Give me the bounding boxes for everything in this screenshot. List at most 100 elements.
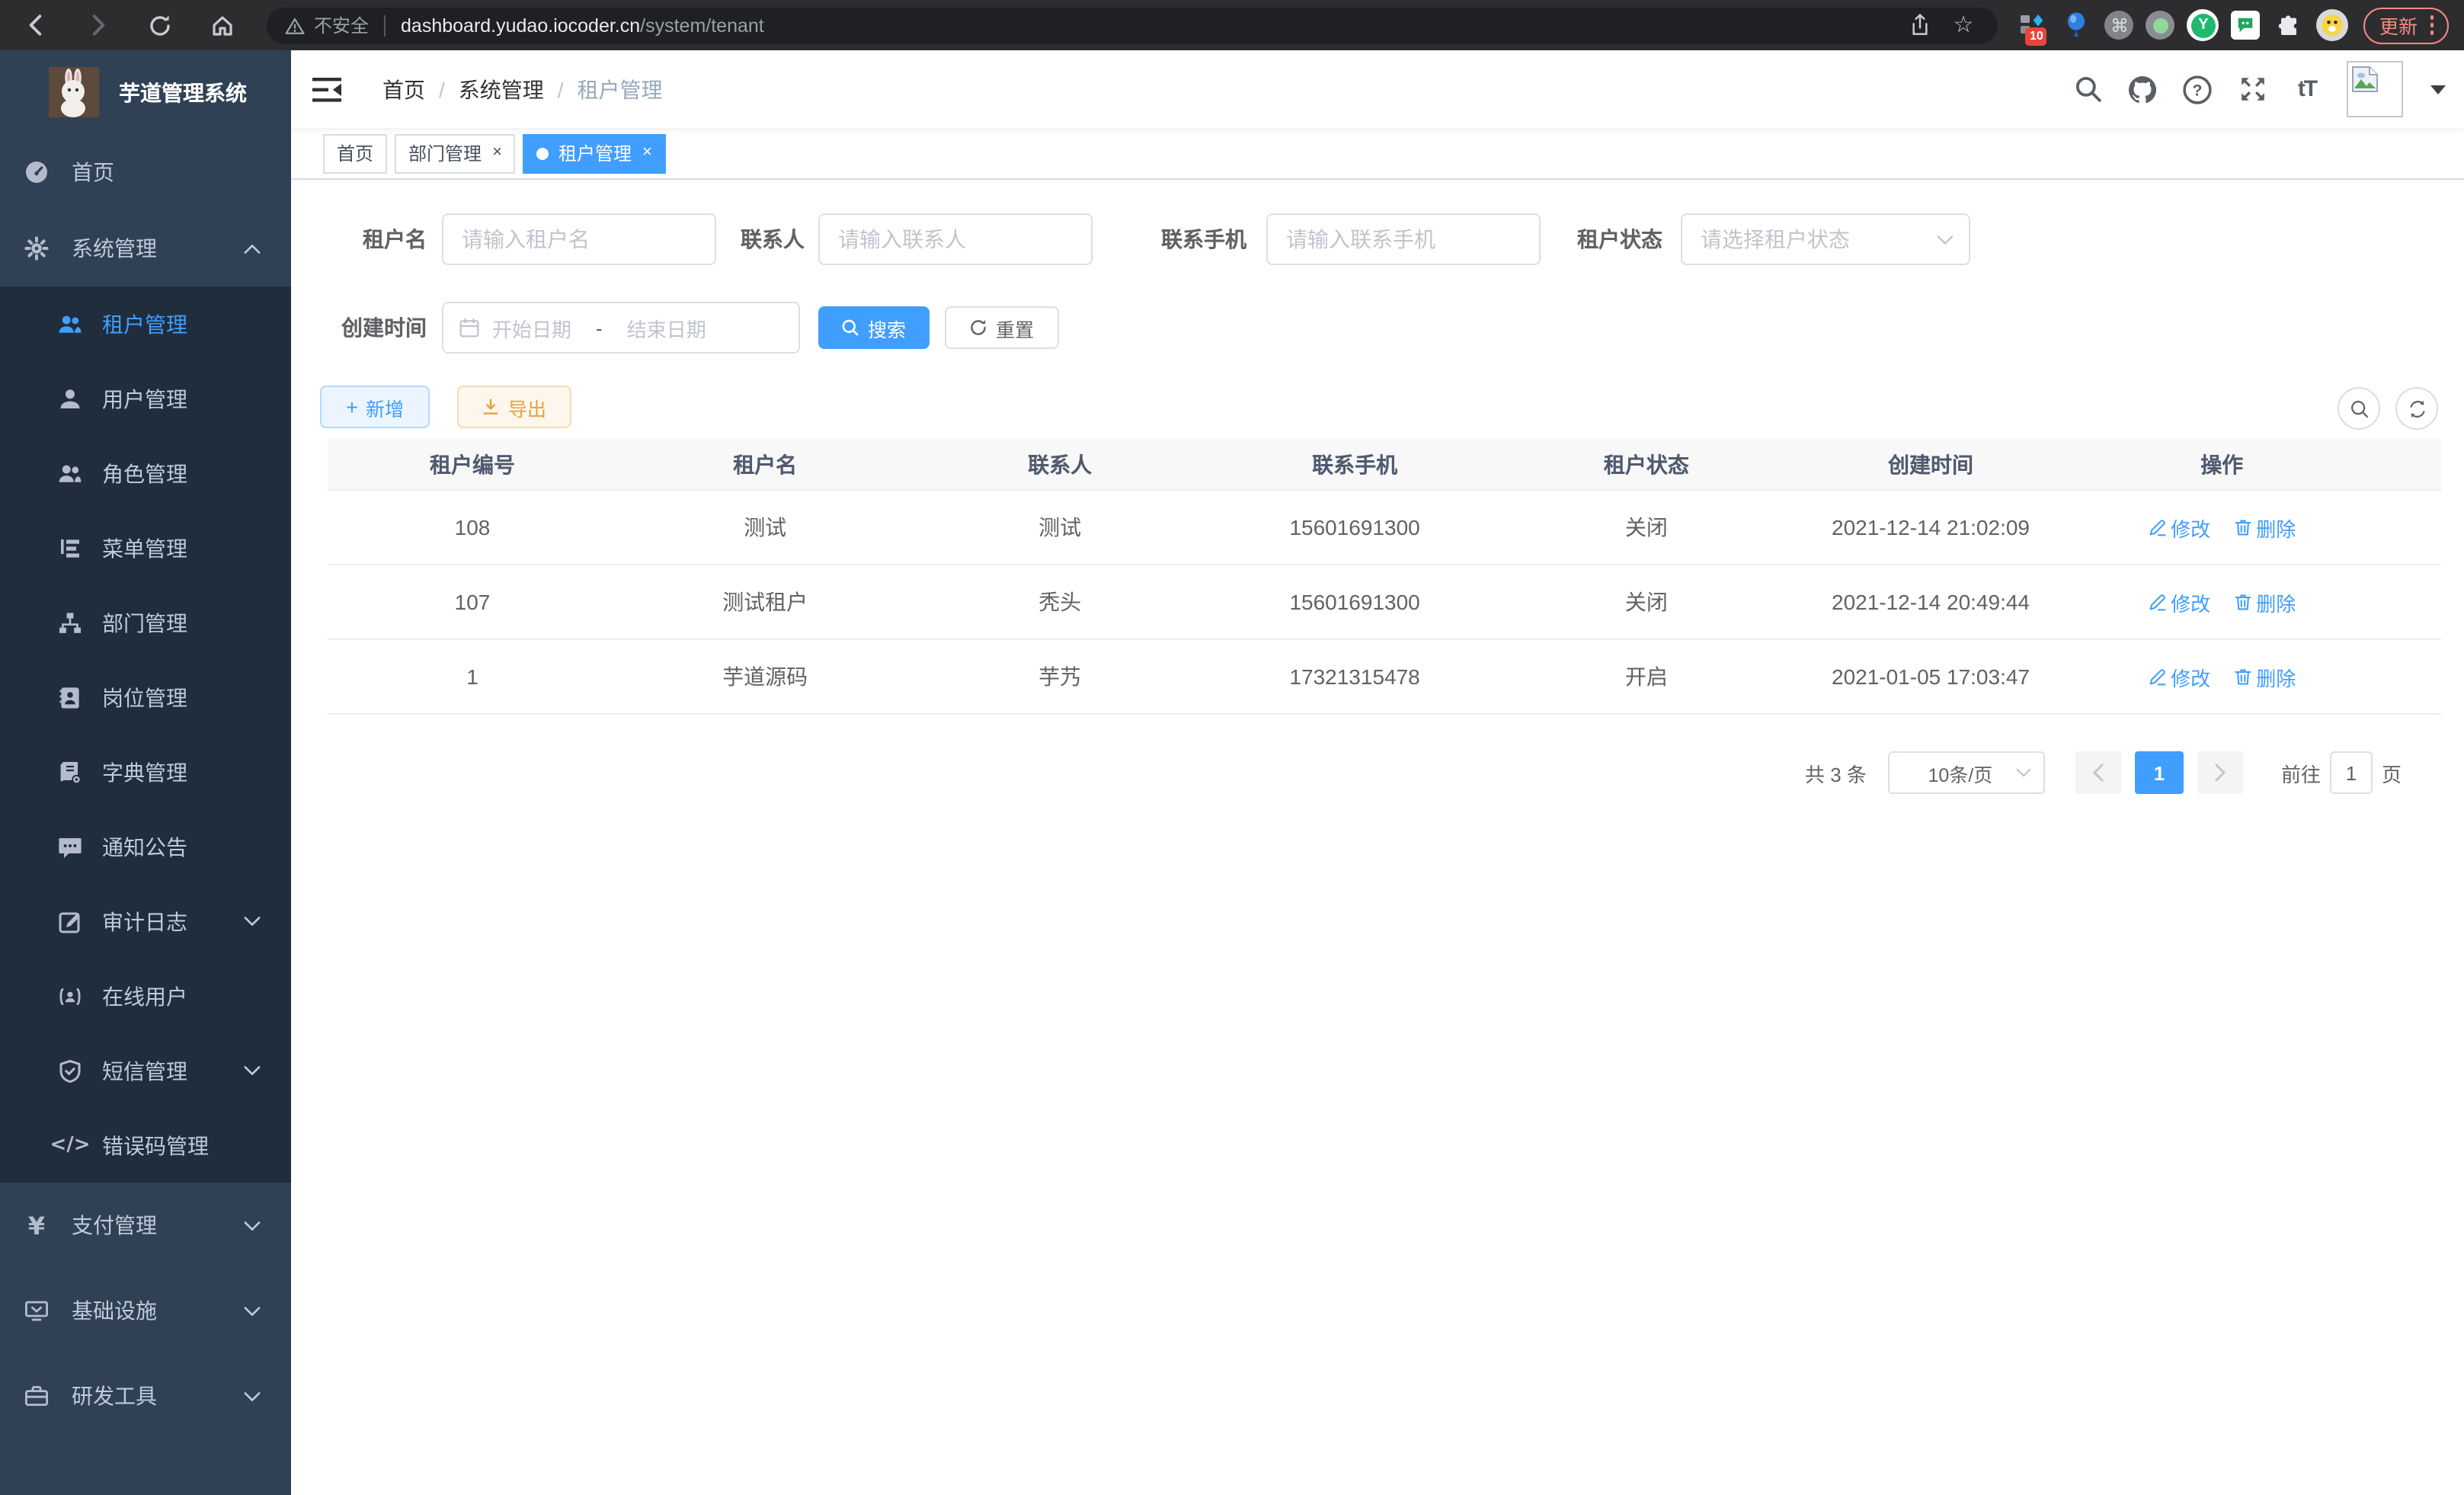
home-icon[interactable] bbox=[206, 8, 239, 42]
export-button-label: 导出 bbox=[508, 392, 546, 421]
add-button[interactable]: + 新增 bbox=[320, 386, 430, 428]
sidebar-item-dept[interactable]: 部门管理 bbox=[0, 585, 291, 660]
sidebar-item-errcode[interactable]: </> 错误码管理 bbox=[0, 1108, 291, 1183]
plus-icon: + bbox=[346, 396, 358, 418]
page-number-current[interactable]: 1 bbox=[2135, 751, 2184, 794]
sidebar-item-system[interactable]: 系统管理 bbox=[0, 210, 291, 287]
share-icon[interactable] bbox=[1904, 8, 1938, 42]
date-range-picker[interactable]: 开始日期 - 结束日期 bbox=[442, 302, 800, 354]
chevron-left-icon bbox=[2092, 764, 2104, 782]
toggle-search-button[interactable] bbox=[2338, 387, 2380, 430]
chrome-update-button[interactable]: 更新 bbox=[2364, 7, 2449, 43]
reload-icon[interactable] bbox=[143, 8, 177, 42]
delete-link[interactable]: 删除 bbox=[2233, 513, 2296, 542]
balloon-extension-icon[interactable] bbox=[2061, 9, 2093, 41]
mobile-input[interactable] bbox=[1266, 213, 1541, 265]
people-icon bbox=[58, 461, 82, 485]
sidebar-item-label: 审计日志 bbox=[102, 906, 187, 936]
chevron-right-icon bbox=[2214, 764, 2226, 782]
help-icon[interactable]: ? bbox=[2182, 74, 2213, 104]
chrome-menu-icon[interactable] bbox=[2430, 16, 2434, 35]
delete-link[interactable]: 删除 bbox=[2233, 587, 2296, 616]
extensions-puzzle-icon[interactable] bbox=[2273, 9, 2305, 41]
download-icon bbox=[482, 398, 501, 416]
dashboard-icon bbox=[24, 160, 49, 184]
export-button[interactable]: 导出 bbox=[457, 386, 571, 428]
sidebar-item-audit-log[interactable]: 审计日志 bbox=[0, 884, 291, 959]
fullscreen-icon[interactable] bbox=[2237, 74, 2267, 104]
font-size-icon[interactable]: tT bbox=[2292, 74, 2322, 104]
y-extension-icon[interactable]: Y bbox=[2187, 9, 2219, 41]
sidebar-item-label: 角色管理 bbox=[102, 458, 187, 488]
shield-check-icon bbox=[58, 1058, 82, 1083]
search-button[interactable]: 搜索 bbox=[818, 306, 930, 349]
page-size-select[interactable]: 10条/页 bbox=[1888, 751, 2045, 794]
chat-extension-icon[interactable] bbox=[2232, 11, 2261, 40]
prev-page-button[interactable] bbox=[2075, 751, 2121, 794]
recorder-extension-icon[interactable] bbox=[2146, 11, 2175, 40]
user-avatar[interactable] bbox=[2347, 61, 2403, 117]
tenant-name-input[interactable] bbox=[442, 213, 716, 265]
goto-label: 前往 bbox=[2281, 758, 2321, 787]
people-icon bbox=[58, 312, 82, 336]
breadcrumb-home[interactable]: 首页 bbox=[382, 74, 425, 104]
sidebar-item-pay[interactable]: ¥ 支付管理 bbox=[0, 1183, 291, 1268]
goto-page-input[interactable] bbox=[2330, 751, 2373, 794]
bookmark-star-icon[interactable]: ☆ bbox=[1947, 8, 1980, 42]
delete-link[interactable]: 删除 bbox=[2233, 662, 2296, 691]
sidebar-item-notice[interactable]: 通知公告 bbox=[0, 809, 291, 884]
sidebar-item-user[interactable]: 用户管理 bbox=[0, 361, 291, 436]
security-label[interactable]: 不安全 bbox=[314, 12, 369, 38]
github-icon[interactable] bbox=[2127, 74, 2158, 104]
tab-tenant-active[interactable]: 租户管理 × bbox=[523, 133, 666, 173]
end-date-placeholder: 结束日期 bbox=[627, 313, 706, 342]
sidebar-item-home[interactable]: 首页 bbox=[0, 134, 291, 210]
edit-link[interactable]: 修改 bbox=[2148, 587, 2210, 616]
close-icon[interactable]: × bbox=[492, 145, 502, 162]
code-icon: </> bbox=[58, 1133, 82, 1157]
avatar-caret-down-icon[interactable] bbox=[2430, 85, 2446, 94]
contact-input[interactable] bbox=[818, 213, 1093, 265]
chevron-down-icon bbox=[244, 916, 261, 927]
sidebar-item-infra[interactable]: 基础设施 bbox=[0, 1268, 291, 1353]
edit-pencil-icon bbox=[2148, 518, 2166, 536]
cell-tenant-id: 1 bbox=[328, 664, 617, 689]
sidebar-item-devtools[interactable]: 研发工具 bbox=[0, 1353, 291, 1439]
sidebar-fold-icon[interactable] bbox=[312, 77, 343, 101]
monitor-icon bbox=[24, 1298, 49, 1323]
edit-link[interactable]: 修改 bbox=[2148, 513, 2210, 542]
search-icon[interactable] bbox=[2072, 74, 2103, 104]
page-content: 租户名 联系人 联系手机 租户状态 请选择租户状态 创建时间 bbox=[291, 180, 2464, 1495]
status-select[interactable]: 请选择租户状态 bbox=[1681, 213, 1970, 265]
sidebar-item-post[interactable]: 岗位管理 bbox=[0, 660, 291, 735]
tab-manager-extension-icon[interactable]: 10 bbox=[2017, 9, 2049, 41]
sidebar-item-dict[interactable]: 字典管理 bbox=[0, 735, 291, 809]
sidebar-item-label: 字典管理 bbox=[102, 757, 187, 787]
forward-icon[interactable] bbox=[81, 8, 114, 42]
tab-home[interactable]: 首页 bbox=[323, 133, 387, 173]
sidebar-item-role[interactable]: 角色管理 bbox=[0, 436, 291, 511]
tab-dept[interactable]: 部门管理 × bbox=[395, 133, 516, 173]
range-separator: - bbox=[584, 316, 615, 339]
sidebar-item-tenant[interactable]: 租户管理 bbox=[0, 287, 291, 361]
sidebar-item-sms[interactable]: 短信管理 bbox=[0, 1033, 291, 1108]
sidebar-item-menu[interactable]: 菜单管理 bbox=[0, 511, 291, 585]
back-icon[interactable] bbox=[18, 8, 52, 42]
next-page-button[interactable] bbox=[2197, 751, 2243, 794]
chevron-up-icon bbox=[244, 243, 261, 254]
url-bar[interactable]: 不安全 dashboard.yudao.iocoder.cn /system/t… bbox=[267, 7, 1998, 43]
edit-link[interactable]: 修改 bbox=[2148, 662, 2210, 691]
command-extension-icon[interactable]: ⌘ bbox=[2105, 11, 2134, 40]
profile-avatar-icon[interactable] bbox=[2317, 9, 2349, 41]
calendar-icon bbox=[459, 317, 480, 338]
breadcrumb-system[interactable]: 系统管理 bbox=[459, 74, 544, 104]
chevron-down-icon bbox=[244, 1391, 261, 1401]
sidebar-item-online-user[interactable]: 在线用户 bbox=[0, 959, 291, 1033]
delete-link-label: 删除 bbox=[2256, 513, 2296, 542]
cell-mobile: 17321315478 bbox=[1207, 664, 1502, 689]
cell-status: 关闭 bbox=[1502, 512, 1790, 543]
close-icon[interactable]: × bbox=[642, 145, 652, 162]
refresh-table-button[interactable] bbox=[2395, 387, 2438, 430]
sidebar-bottom-group: ¥ 支付管理 基础设施 bbox=[0, 1183, 291, 1439]
reset-button[interactable]: 重置 bbox=[945, 306, 1059, 349]
